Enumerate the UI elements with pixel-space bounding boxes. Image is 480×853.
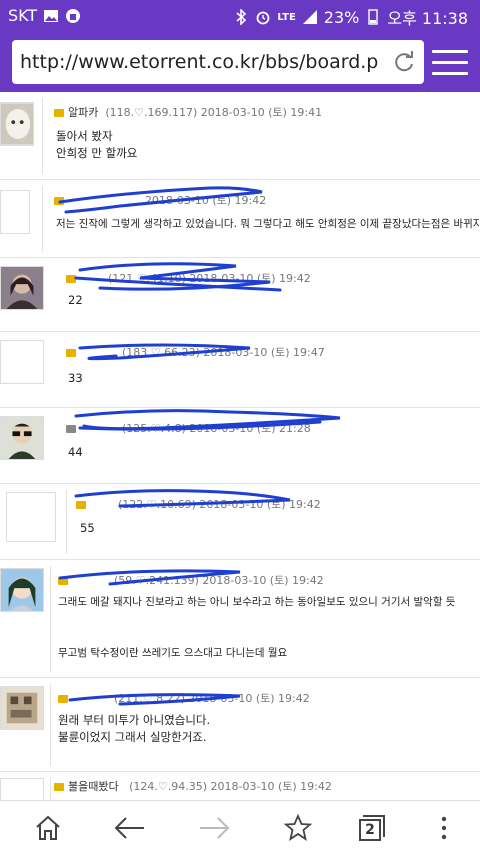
clock-label: 오후 11:38 <box>387 9 468 28</box>
alarm-icon <box>257 11 270 25</box>
url-text[interactable]: http://www.etorrent.co.kr/bbs/board.php?… <box>20 51 380 73</box>
bookmark-button[interactable] <box>280 811 316 845</box>
comment-line: 불륜이었지 그래서 실망한거죠. <box>58 730 207 744</box>
comment-line <box>58 611 455 628</box>
comment-line <box>58 628 455 645</box>
signal-icon <box>302 10 317 24</box>
comment-item: 알파카 (118.♡.169.117) 2018-03-10 (토) 19:41… <box>0 92 480 180</box>
avatar <box>0 686 44 730</box>
level-icon <box>54 109 64 117</box>
level-icon <box>66 425 76 433</box>
level-icon <box>66 349 76 357</box>
comment-item: 2018-03-10 (토) 19:42 저는 진작에 그렇게 생각하고 있었습… <box>0 180 480 258</box>
comment-line: 저는 진작에 그렇게 생각하고 있었습니다. 뭐 그렇다고 해도 안희정은 이제… <box>56 218 480 230</box>
tab-count: 2 <box>359 819 381 841</box>
comment-meta: (59.♡.241.139) 2018-03-10 (토) 19:42 <box>113 574 324 587</box>
comment-meta: (183.♡.66.23) 2018-03-10 (토) 19:47 <box>121 346 325 359</box>
home-icon <box>36 815 60 840</box>
browser-bottom-bar: 2 <box>0 800 480 853</box>
comment-line: 55 <box>80 521 95 535</box>
avatar <box>0 266 44 310</box>
avatar <box>0 340 44 384</box>
shopping-bag-icon <box>66 8 81 23</box>
comment-line: 그래도 메갈 돼지나 진보라고 하는 아니 보수라고 하는 동아일보도 있으니 … <box>58 596 456 608</box>
network-label: LTE <box>277 11 296 23</box>
comment-meta: 2018-03-10 (토) 19:42 <box>144 194 267 207</box>
more-vertical-icon <box>441 816 447 840</box>
comment-meta: (211.♡.8.22) 2018-03-10 (토) 19:42 <box>113 692 310 705</box>
avatar <box>0 102 34 146</box>
avatar <box>0 190 30 234</box>
level-icon <box>58 577 68 585</box>
comment-line: 22 <box>68 293 83 307</box>
home-button[interactable] <box>30 811 66 845</box>
avatar <box>0 778 44 800</box>
level-icon <box>76 501 86 509</box>
menu-icon[interactable] <box>432 50 468 76</box>
comment-meta: (118.♡.169.117) 2018-03-10 (토) 19:41 <box>105 106 323 119</box>
avatar <box>0 416 44 460</box>
forward-button[interactable] <box>196 811 232 845</box>
comment-line: 33 <box>68 371 83 385</box>
level-icon <box>58 695 68 703</box>
comment-line: 돌아서 봤자 <box>56 129 113 143</box>
carrier-label: SKT <box>8 6 38 25</box>
comment-item: (122.♡.10.69) 2018-03-10 (토) 19:42 55 <box>0 484 480 560</box>
comment-item: (125.♡.4.8) 2018-03-10 (토) 21:28 44 <box>0 408 480 484</box>
level-icon <box>54 783 64 791</box>
arrow-left-icon <box>114 817 144 839</box>
star-icon <box>283 813 313 841</box>
comment-meta: (122.♡.10.69) 2018-03-10 (토) 19:42 <box>117 498 321 511</box>
tabs-button[interactable]: 2 <box>354 811 390 845</box>
comment-meta: (124.♡.94.35) 2018-03-10 (토) 19:42 <box>129 780 332 793</box>
bluetooth-icon <box>236 9 247 25</box>
comment-line: 44 <box>68 445 83 459</box>
comment-item: 불을때봤다 (124.♡.94.35) 2018-03-10 (토) 19:42 <box>0 772 480 800</box>
comment-list: 알파카 (118.♡.169.117) 2018-03-10 (토) 19:41… <box>0 92 480 800</box>
battery-icon <box>368 9 379 25</box>
status-bar: SKT LTE 23% 오후 11:38 <box>0 0 480 32</box>
browser-toolbar: http://www.etorrent.co.kr/bbs/board.php?… <box>0 32 480 92</box>
back-button[interactable] <box>112 811 148 845</box>
comment-meta: (125.♡.4.8) 2018-03-10 (토) 21:28 <box>121 422 311 435</box>
avatar <box>6 492 56 542</box>
url-input[interactable]: http://www.etorrent.co.kr/bbs/board.php?… <box>12 40 424 84</box>
comment-line: 원래 부터 미투가 아니였습니다. <box>58 713 211 727</box>
more-button[interactable] <box>426 811 462 845</box>
comment-author[interactable]: 불을때봤다 <box>68 780 119 793</box>
arrow-right-icon <box>200 817 230 839</box>
comment-item: (121.♡.41.10) 2018-03-10 (토) 19:42 22 <box>0 258 480 332</box>
reload-icon[interactable] <box>392 50 416 74</box>
comment-item: (211.♡.8.22) 2018-03-10 (토) 19:42 원래 부터 … <box>0 678 480 772</box>
comment-item: (59.♡.241.139) 2018-03-10 (토) 19:42 그래도 … <box>0 560 480 678</box>
comment-meta: (121.♡.41.10) 2018-03-10 (토) 19:42 <box>107 272 311 285</box>
comment-line: 무고범 탁수정이란 쓰레기도 으스대고 다니는데 뭘요 <box>58 647 288 659</box>
comment-author[interactable]: 알파카 <box>68 106 98 119</box>
comment-line: 안희정 만 할까요 <box>56 146 138 160</box>
level-icon <box>54 197 64 205</box>
battery-label: 23% <box>323 7 360 27</box>
avatar <box>0 568 44 612</box>
tabs-icon: 2 <box>359 815 385 841</box>
comment-item: (183.♡.66.23) 2018-03-10 (토) 19:47 33 <box>0 332 480 408</box>
level-icon <box>66 275 76 283</box>
gallery-icon <box>44 9 59 22</box>
